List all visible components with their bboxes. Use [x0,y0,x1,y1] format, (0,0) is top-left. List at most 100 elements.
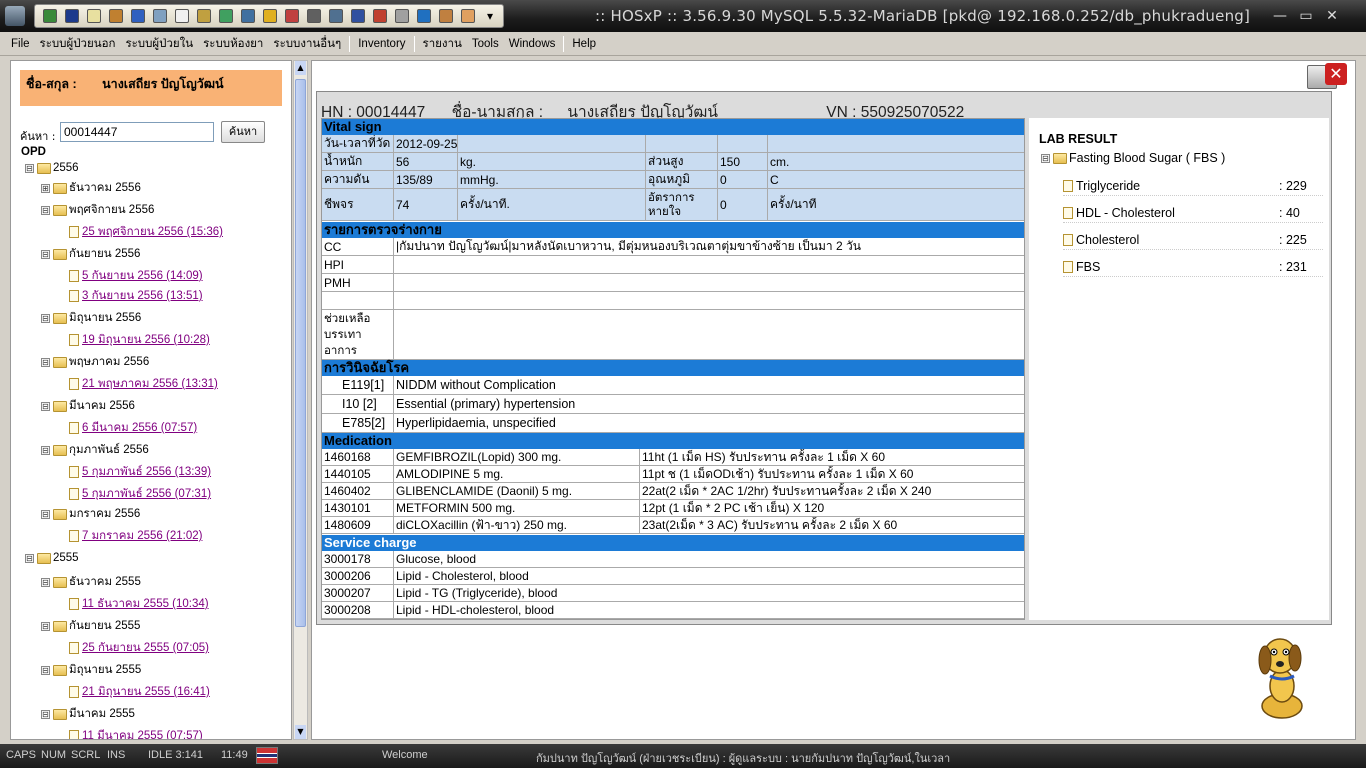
tree-visit[interactable]: 21 มิถุนายน 2555 (16:41) [69,683,210,701]
tree-visit[interactable]: 25 กันยายน 2555 (07:05) [69,639,209,657]
collapse-icon[interactable]: ⊟ [1041,153,1050,163]
app-icon[interactable] [5,6,25,26]
collapse-icon[interactable]: ⊟ [41,509,50,519]
tree-month[interactable]: ⊟ มีนาคม 2555 [41,705,135,723]
checklist-icon[interactable] [149,6,171,26]
menu-item[interactable]: ระบบผู้ป่วยใน [120,35,198,53]
scroll-up-icon[interactable]: ▲ [295,61,306,75]
collapse-icon[interactable]: ⊟ [41,249,50,259]
tree-month[interactable]: ⊟ พฤษภาคม 2556 [41,353,149,371]
tree-visit[interactable]: 25 พฤศจิกายน 2556 (15:36) [69,223,223,241]
tree-node-label[interactable]: 11 มีนาคม 2555 (07:57) [82,727,203,739]
tree-month[interactable]: ⊟ กุมภาพันธ์ 2556 [41,441,149,459]
note-icon[interactable] [83,6,105,26]
tree-month[interactable]: ⊞ ธันวาคม 2556 [41,179,141,197]
collapse-icon[interactable]: ⊟ [41,205,50,215]
close-window-button[interactable]: ✕ [1320,6,1344,26]
tree-year[interactable]: ⊟ 2555 [25,549,79,567]
minimize-button[interactable]: — [1268,6,1292,26]
grid-icon[interactable] [193,6,215,26]
menu-item[interactable]: Tools [467,38,504,50]
tree-visit[interactable]: 11 ธันวาคม 2555 (10:34) [69,595,209,613]
lab-item[interactable]: Triglyceride: 229 [1063,176,1323,196]
tree-visit[interactable]: 5 กันยายน 2556 (14:09) [69,267,203,285]
chart-icon[interactable] [325,6,347,26]
tree-node-label[interactable]: 19 มิถุนายน 2556 (10:28) [82,331,210,349]
tree-month[interactable]: ⊟ มิถุนายน 2555 [41,661,141,679]
toolbar-overflow-icon[interactable]: ▾ [479,6,501,26]
tree-node-label[interactable]: 25 พฤศจิกายน 2556 (15:36) [82,223,223,241]
table-icon[interactable] [215,6,237,26]
tree-node-label[interactable]: 7 มกราคม 2556 (21:02) [82,527,202,545]
collapse-icon[interactable]: ⊟ [41,621,50,631]
tree-month[interactable]: ⊟ มิถุนายน 2556 [41,309,141,327]
tree-visit[interactable]: 5 กุมภาพันธ์ 2556 (07:31) [69,485,211,503]
tree-node-label[interactable]: 21 พฤษภาคม 2556 (13:31) [82,375,218,393]
search-button[interactable]: ค้นหา [221,121,265,143]
menu-item[interactable]: รายงาน [418,35,467,53]
tree-node-label[interactable]: 5 กุมภาพันธ์ 2556 (13:39) [82,463,211,481]
lightning-icon[interactable] [259,6,281,26]
scroll-down-icon[interactable]: ▼ [295,725,306,739]
collapse-icon[interactable]: ⊟ [41,357,50,367]
lab-item[interactable]: Cholesterol: 225 [1063,230,1323,250]
expand-icon[interactable]: ⊞ [41,183,50,193]
lab-item[interactable]: HDL - Cholesterol: 40 [1063,203,1323,223]
clock-icon[interactable] [347,6,369,26]
lab-group[interactable]: ⊟ Fasting Blood Sugar ( FBS ) [1041,151,1225,165]
film-icon[interactable] [61,6,83,26]
search-doc-icon[interactable] [391,6,413,26]
tree-month[interactable]: ⊟ ธันวาคม 2555 [41,573,141,591]
card-icon[interactable] [413,6,435,26]
collapse-icon[interactable]: ⊟ [41,313,50,323]
hand-icon[interactable] [457,6,479,26]
menu-item[interactable]: File [6,38,35,50]
collapse-icon[interactable]: ⊟ [25,163,34,173]
tree-visit[interactable]: 11 มีนาคม 2555 (07:57) [69,727,203,739]
tree-node-label[interactable]: 5 กุมภาพันธ์ 2556 (07:31) [82,485,211,503]
menu-item[interactable]: ระบบผู้ป่วยนอก [35,35,121,53]
tree-year[interactable]: ⊟ 2556 [25,159,79,177]
tree-visit[interactable]: 21 พฤษภาคม 2556 (13:31) [69,375,218,393]
tree-visit[interactable]: 3 กันยายน 2556 (13:51) [69,287,203,305]
person-edit-icon[interactable] [105,6,127,26]
menu-item[interactable]: Inventory [353,38,410,50]
tree-node-label[interactable]: 21 มิถุนายน 2555 (16:41) [82,683,210,701]
search-input[interactable] [60,122,214,142]
tree-month[interactable]: ⊟ มีนาคม 2556 [41,397,135,415]
collapse-icon[interactable]: ⊟ [25,553,34,563]
tree-node-label[interactable]: 3 กันยายน 2556 (13:51) [82,287,203,305]
tree-scrollbar[interactable]: ▲ ▼ [293,60,308,740]
home-icon[interactable] [369,6,391,26]
tree-visit[interactable]: 6 มีนาคม 2556 (07:57) [69,419,197,437]
user-icon[interactable] [281,6,303,26]
collapse-icon[interactable]: ⊟ [41,709,50,719]
list-icon[interactable] [303,6,325,26]
close-icon[interactable]: ✕ [1325,63,1347,85]
collapse-icon[interactable]: ⊟ [41,665,50,675]
collapse-icon[interactable]: ⊟ [41,577,50,587]
menu-item[interactable]: Help [567,38,601,50]
menu-item[interactable]: ระบบห้องยา [198,35,268,53]
tool-icon[interactable] [39,6,61,26]
lab-item[interactable]: FBS: 231 [1063,257,1323,277]
tree-node-label[interactable]: 11 ธันวาคม 2555 (10:34) [82,595,209,613]
maximize-button[interactable]: ▭ [1294,6,1318,26]
pencil-icon[interactable] [127,6,149,26]
menu-item[interactable]: Windows [504,38,561,50]
tree-visit[interactable]: 5 กุมภาพันธ์ 2556 (13:39) [69,463,211,481]
tree-visit[interactable]: 7 มกราคม 2556 (21:02) [69,527,202,545]
image-icon[interactable] [435,6,457,26]
tree-month[interactable]: ⊟ กันยายน 2556 [41,245,140,263]
flag-icon[interactable] [256,747,278,764]
collapse-icon[interactable]: ⊟ [41,445,50,455]
scroll-thumb[interactable] [295,79,306,627]
tree-month[interactable]: ⊟ มกราคม 2556 [41,505,140,523]
tree-month[interactable]: ⊟ กันยายน 2555 [41,617,140,635]
calendar-icon[interactable] [237,6,259,26]
tree-month[interactable]: ⊟ พฤศจิกายน 2556 [41,201,154,219]
tree-node-label[interactable]: 25 กันยายน 2555 (07:05) [82,639,209,657]
collapse-icon[interactable]: ⊟ [41,401,50,411]
menu-item[interactable]: ระบบงานอื่นๆ [268,35,346,53]
tree-visit[interactable]: 19 มิถุนายน 2556 (10:28) [69,331,210,349]
